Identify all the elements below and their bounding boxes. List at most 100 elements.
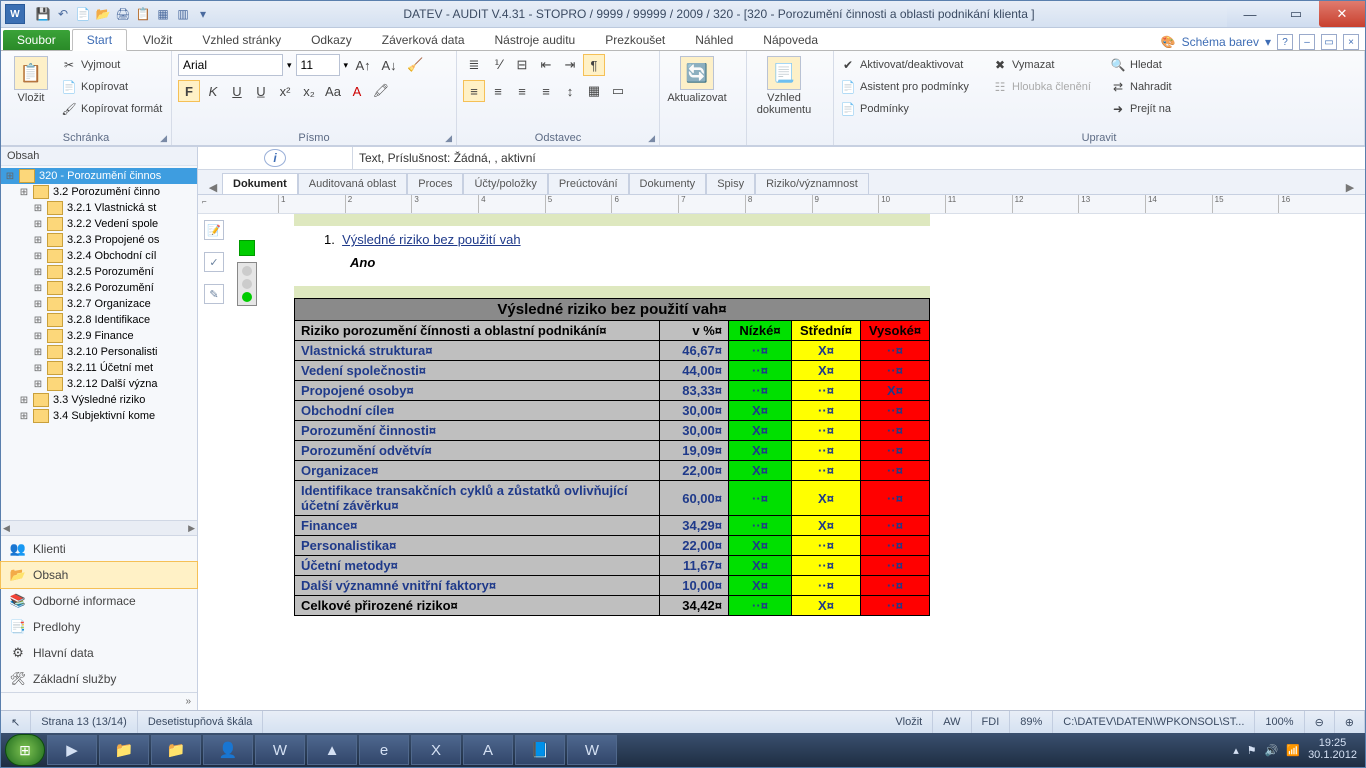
qat-new-icon[interactable]: 📄 [75,6,91,22]
close-button[interactable]: ✕ [1319,1,1365,27]
taskbar-mediaplayer[interactable]: ▶ [47,735,97,765]
indent-inc-button[interactable]: ⇥ [559,54,581,76]
tree-node[interactable]: ⊞3.2.12 Další význa [1,376,197,392]
paste-button[interactable]: 📋 Vložit [7,54,55,104]
cut-button[interactable]: ✂Vyjmout [61,54,162,76]
shading-button[interactable]: ▦ [583,80,605,102]
align-left-button[interactable]: ≡ [463,80,485,102]
tree-node[interactable]: ⊞3.2.9 Finance [1,328,197,344]
dialog-launcher-icon[interactable]: ◢ [445,133,452,144]
conditions-button[interactable]: 📄Podmínky [840,98,986,120]
tab-nastroje[interactable]: Nástroje auditu [481,30,590,50]
tab-zaverkova[interactable]: Záverková data [368,30,479,50]
horizontal-ruler[interactable]: ⌐ 12345678910111213141516 [198,195,1365,214]
tree-node[interactable]: ⊞3.2.6 Porozumění [1,280,197,296]
dropdown-icon[interactable]: ▾ [1265,35,1271,49]
tab-prezkouset[interactable]: Prezkoušet [591,30,679,50]
minimize-button[interactable]: — [1227,1,1273,27]
tab-napoveda[interactable]: Nápoveda [749,30,832,50]
nav-chevron-icon[interactable]: » [185,696,191,707]
taskbar-explorer[interactable]: 📁 [99,735,149,765]
nav-odborné-informace[interactable]: 📚Odborné informace [1,588,197,614]
tree-node[interactable]: ⊞3.2.5 Porozumění [1,264,197,280]
tab-riziko[interactable]: Riziko/významnost [755,173,869,194]
qat-btn2-icon[interactable]: ▥ [175,6,191,22]
nav-hlavní-data[interactable]: ⚙Hlavní data [1,640,197,666]
align-justify-button[interactable]: ≡ [535,80,557,102]
qat-open-icon[interactable]: 📂 [95,6,111,22]
qat-copy-icon[interactable]: 📋 [135,6,151,22]
maximize-button[interactable]: ▭ [1273,1,1319,27]
tab-spisy[interactable]: Spisy [706,173,755,194]
result-risk-link[interactable]: Výsledné riziko bez použití vah [342,232,520,247]
file-tab[interactable]: Soubor [3,30,70,50]
tree-node[interactable]: ⊞3.2.8 Identifikace [1,312,197,328]
qat-btn3-icon[interactable]: ▾ [195,6,211,22]
zoom-out-button[interactable]: ⊖ [1305,711,1335,733]
tab-auditovana[interactable]: Auditovaná oblast [298,173,407,194]
tab-vlozit[interactable]: Vložit [129,30,186,50]
highlight-button[interactable]: 🖍 [370,80,392,102]
assistant-button[interactable]: 📄Asistent pro podmínky [840,76,986,98]
tray-network-icon[interactable]: 📶 [1286,744,1300,757]
tab-scroll-left[interactable]: ◀ [204,181,222,194]
tab-ucty[interactable]: Účty/položky [463,173,547,194]
font-color-button[interactable]: A [346,80,368,102]
tree-scrollbar[interactable]: ◀▶ [1,520,197,535]
tree-node[interactable]: ⊞3.2 Porozumění činno [1,184,197,200]
align-center-button[interactable]: ≡ [487,80,509,102]
taskbar-ie[interactable]: e [359,735,409,765]
zoom-in-button[interactable]: ⊕ [1335,711,1365,733]
aktualizovat-button[interactable]: 🔄 Aktualizovat [666,54,728,104]
italic-button[interactable]: K [202,80,224,102]
taskbar-messenger[interactable]: 👤 [203,735,253,765]
qat-btn1-icon[interactable]: ▦ [155,6,171,22]
taskbar-vlc[interactable]: ▲ [307,735,357,765]
taskbar-word[interactable]: W [255,735,305,765]
tree-node[interactable]: ⊞3.3 Výsledné riziko [1,392,197,408]
delete-button[interactable]: ✖Vymazat [992,54,1104,76]
tab-proces[interactable]: Proces [407,173,463,194]
qat-print-icon[interactable]: 🖨 [115,6,131,22]
vzhled-button[interactable]: 📃 Vzhled dokumentu [753,54,815,116]
tree-node[interactable]: ⊞3.2.1 Vlastnická st [1,200,197,216]
line-spacing-button[interactable]: ↕ [559,80,581,102]
subscript-button[interactable]: x₂ [298,80,320,102]
system-clock[interactable]: 19:2530.1.2012 [1308,738,1357,761]
tray-chevron-icon[interactable]: ▴ [1233,744,1239,757]
mdi-max-icon[interactable]: ▭ [1321,34,1337,50]
tree-node[interactable]: ⊞320 - Porozumění činnos [1,168,197,184]
tab-dokument[interactable]: Dokument [222,173,298,194]
tab-nahled[interactable]: Náhled [681,30,747,50]
qat-undo-icon[interactable]: ↶ [55,6,71,22]
double-underline-button[interactable]: U̲ [250,80,272,102]
taskbar-adobe[interactable]: A [463,735,513,765]
tab-scroll-right[interactable]: ▶ [1341,181,1359,194]
replace-button[interactable]: ⇄Nahradit [1110,76,1200,98]
superscript-button[interactable]: x² [274,80,296,102]
tree-node[interactable]: ⊞3.2.3 Propojené os [1,232,197,248]
show-marks-button[interactable]: ¶ [583,54,605,76]
gutter-edit-icon[interactable]: ✎ [204,284,224,304]
nav-predlohy[interactable]: 📑Predlohy [1,614,197,640]
borders-button[interactable]: ▭ [607,80,629,102]
tray-flag-icon[interactable]: ⚑ [1247,744,1257,757]
font-name-combo[interactable]: Arial [178,54,283,76]
tab-start[interactable]: Start [72,29,127,51]
indent-dec-button[interactable]: ⇤ [535,54,557,76]
align-right-button[interactable]: ≡ [511,80,533,102]
taskbar-notes[interactable]: 📘 [515,735,565,765]
dialog-launcher-icon[interactable]: ◢ [160,133,167,144]
nav-klienti[interactable]: 👥Klienti [1,536,197,562]
taskbar-excel[interactable]: X [411,735,461,765]
mdi-close-icon[interactable]: × [1343,34,1359,50]
bold-button[interactable]: F [178,80,200,102]
nav-obsah[interactable]: 📂Obsah [0,561,198,589]
clear-format-button[interactable]: 🧹 [404,54,426,76]
tree-node[interactable]: ⊞3.2.4 Obchodní cíl [1,248,197,264]
taskbar-explorer2[interactable]: 📁 [151,735,201,765]
bullets-button[interactable]: ≣ [463,54,485,76]
gutter-check-icon[interactable]: ✓ [204,252,224,272]
gutter-note-icon[interactable]: 📝 [204,220,224,240]
mdi-min-icon[interactable]: – [1299,34,1315,50]
